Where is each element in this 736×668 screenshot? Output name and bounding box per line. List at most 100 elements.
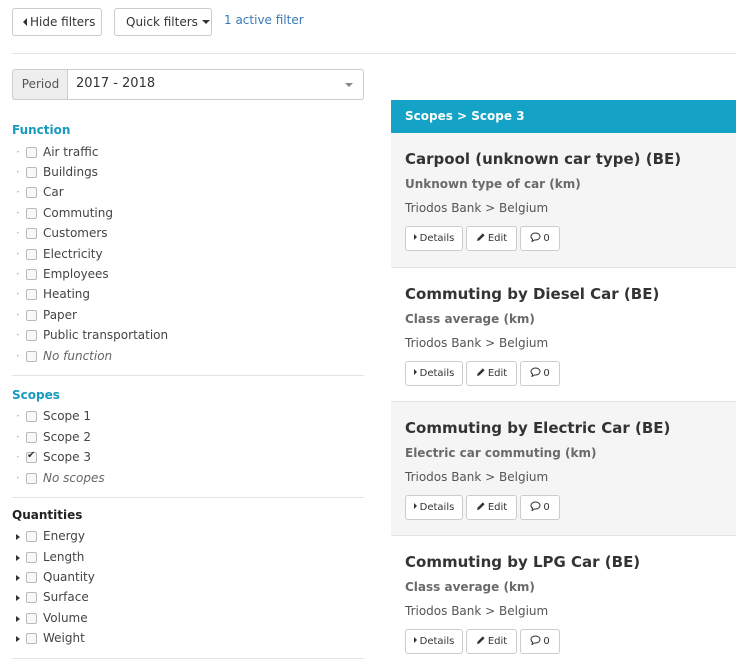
active-filter-link[interactable]: 1 active filter bbox=[224, 13, 304, 27]
checkbox[interactable] bbox=[26, 531, 37, 542]
edit-button[interactable]: Edit bbox=[466, 226, 517, 251]
comments-button[interactable]: 0 bbox=[520, 226, 560, 251]
caret-right-icon bbox=[413, 637, 417, 643]
card-organization: Triodos Bank > Belgium bbox=[405, 470, 549, 484]
comment-icon bbox=[530, 501, 541, 511]
checkbox[interactable] bbox=[26, 613, 37, 624]
period-value: 2017 - 2018 bbox=[76, 76, 156, 91]
checkbox[interactable] bbox=[26, 473, 37, 484]
result-card: Commuting by Diesel Car (BE) Class avera… bbox=[391, 268, 736, 401]
filter-item-length[interactable]: Length bbox=[12, 550, 352, 570]
filter-item-paper[interactable]: • Paper bbox=[12, 308, 352, 328]
checkbox[interactable] bbox=[26, 187, 37, 198]
result-card: Carpool (unknown car type) (BE) Unknown … bbox=[391, 133, 736, 267]
period-select[interactable]: 2017 - 2018 bbox=[67, 69, 364, 100]
filter-item-electricity[interactable]: • Electricity bbox=[12, 247, 352, 267]
pencil-icon bbox=[476, 636, 485, 644]
filter-item-volume[interactable]: Volume bbox=[12, 611, 352, 631]
card-subtitle: Class average (km) bbox=[405, 312, 535, 326]
divider bbox=[12, 658, 364, 659]
checkbox[interactable] bbox=[26, 351, 37, 362]
comments-button[interactable]: 0 bbox=[520, 495, 560, 520]
card-title[interactable]: Carpool (unknown car type) (BE) bbox=[405, 150, 681, 168]
comments-button[interactable]: 0 bbox=[520, 629, 560, 654]
period-label: Period bbox=[12, 69, 68, 100]
filter-item-buildings[interactable]: • Buildings bbox=[12, 165, 352, 185]
comment-icon bbox=[530, 635, 541, 645]
pencil-icon bbox=[476, 233, 485, 241]
filter-item-scope-3[interactable]: •Scope 3 bbox=[12, 450, 352, 470]
details-button[interactable]: Details bbox=[405, 495, 463, 520]
checkbox-checked[interactable] bbox=[26, 450, 37, 463]
caret-down-icon bbox=[345, 83, 353, 87]
expand-arrow-icon[interactable] bbox=[16, 534, 20, 540]
checkbox[interactable] bbox=[26, 310, 37, 321]
hide-filters-button[interactable]: Hide filters bbox=[12, 8, 102, 36]
caret-right-icon bbox=[413, 369, 417, 375]
details-button[interactable]: Details bbox=[405, 361, 463, 386]
filter-item-air-traffic[interactable]: • Air traffic bbox=[12, 145, 352, 165]
comments-button[interactable]: 0 bbox=[520, 361, 560, 386]
pencil-icon bbox=[476, 368, 485, 376]
quick-filters-dropdown[interactable]: Quick filters bbox=[114, 8, 212, 36]
checkbox[interactable] bbox=[26, 249, 37, 260]
expand-arrow-icon[interactable] bbox=[16, 616, 20, 622]
card-subtitle: Unknown type of car (km) bbox=[405, 177, 581, 191]
details-button[interactable]: Details bbox=[405, 629, 463, 654]
checkbox[interactable] bbox=[26, 208, 37, 219]
filter-item-customers[interactable]: • Customers bbox=[12, 226, 352, 246]
filter-item-quantity[interactable]: Quantity bbox=[12, 570, 352, 590]
expand-arrow-icon[interactable] bbox=[16, 595, 20, 601]
filter-item-no-function[interactable]: • No function bbox=[12, 349, 352, 369]
expand-arrow-icon[interactable] bbox=[16, 575, 20, 581]
checkbox[interactable] bbox=[26, 633, 37, 644]
filter-item-public-transportation[interactable]: • Public transportation bbox=[12, 328, 352, 348]
divider bbox=[12, 497, 364, 498]
filter-item-heating[interactable]: • Heating bbox=[12, 287, 352, 307]
card-organization: Triodos Bank > Belgium bbox=[405, 604, 549, 618]
caret-down-icon bbox=[201, 20, 210, 24]
checkbox[interactable] bbox=[26, 228, 37, 239]
checkbox[interactable] bbox=[26, 269, 37, 280]
filter-item-scope-1[interactable]: • Scope 1 bbox=[12, 409, 352, 429]
checkbox[interactable] bbox=[26, 289, 37, 300]
divider bbox=[12, 53, 736, 54]
card-organization: Triodos Bank > Belgium bbox=[405, 201, 549, 215]
card-title[interactable]: Commuting by Electric Car (BE) bbox=[405, 419, 670, 437]
filter-item-scope-2[interactable]: • Scope 2 bbox=[12, 430, 352, 450]
checkbox[interactable] bbox=[26, 411, 37, 422]
result-card: Commuting by Electric Car (BE) Electric … bbox=[391, 402, 736, 535]
edit-button[interactable]: Edit bbox=[466, 495, 517, 520]
filter-item-commuting[interactable]: • Commuting bbox=[12, 206, 352, 226]
filter-item-no-scopes[interactable]: • No scopes bbox=[12, 471, 352, 491]
card-organization: Triodos Bank > Belgium bbox=[405, 336, 549, 350]
caret-right-icon bbox=[413, 234, 417, 240]
expand-arrow-icon[interactable] bbox=[16, 555, 20, 561]
pencil-icon bbox=[476, 502, 485, 510]
filter-item-surface[interactable]: Surface bbox=[12, 590, 352, 610]
checkbox[interactable] bbox=[26, 572, 37, 583]
filter-group-title-quantities: Quantities bbox=[12, 508, 83, 522]
details-button[interactable]: Details bbox=[405, 226, 463, 251]
checkbox[interactable] bbox=[26, 167, 37, 178]
card-title[interactable]: Commuting by LPG Car (BE) bbox=[405, 553, 640, 571]
filter-group-title-scopes: Scopes bbox=[12, 388, 60, 402]
card-subtitle: Electric car commuting (km) bbox=[405, 446, 597, 460]
checkbox[interactable] bbox=[26, 432, 37, 443]
filter-item-car[interactable]: • Car bbox=[12, 185, 352, 205]
filter-item-employees[interactable]: • Employees bbox=[12, 267, 352, 287]
edit-button[interactable]: Edit bbox=[466, 629, 517, 654]
card-subtitle: Class average (km) bbox=[405, 580, 535, 594]
checkbox[interactable] bbox=[26, 552, 37, 563]
checkbox[interactable] bbox=[26, 592, 37, 603]
expand-arrow-icon[interactable] bbox=[16, 636, 20, 642]
filter-item-weight[interactable]: Weight bbox=[12, 631, 352, 651]
checkbox[interactable] bbox=[26, 147, 37, 158]
checkbox[interactable] bbox=[26, 330, 37, 341]
edit-button[interactable]: Edit bbox=[466, 361, 517, 386]
caret-left-icon bbox=[23, 18, 27, 26]
filter-group-title-function: Function bbox=[12, 123, 71, 137]
filter-item-energy[interactable]: Energy bbox=[12, 529, 352, 549]
comment-icon bbox=[530, 367, 541, 377]
card-title[interactable]: Commuting by Diesel Car (BE) bbox=[405, 285, 659, 303]
